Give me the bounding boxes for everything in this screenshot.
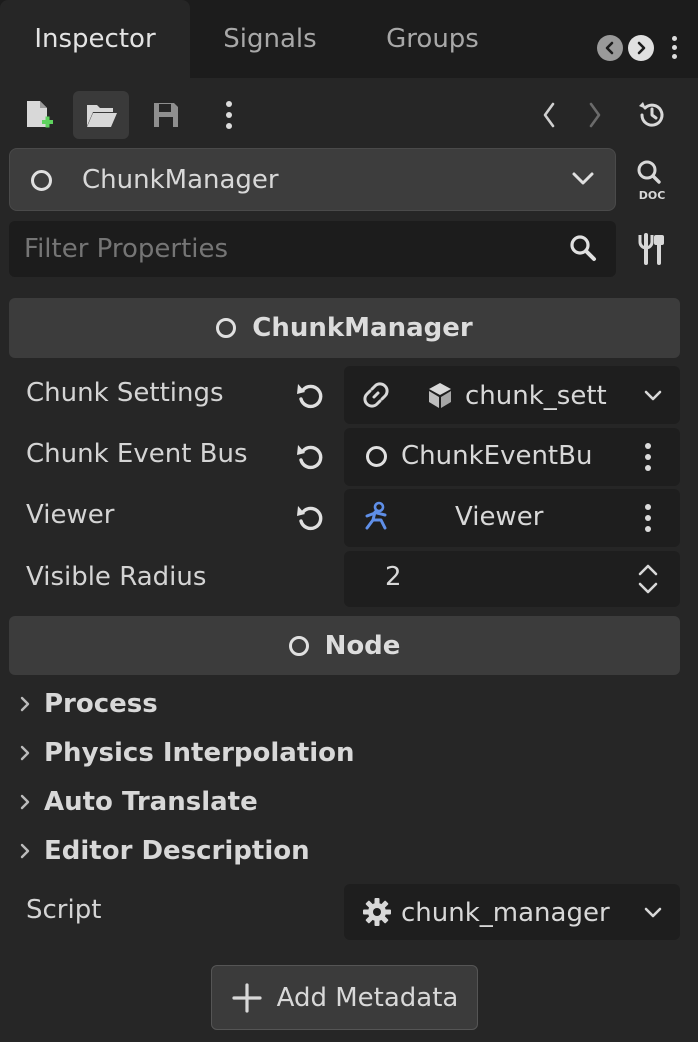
- node-icon: [216, 318, 237, 338]
- section-label: Auto Translate: [44, 787, 258, 817]
- tab-inspector[interactable]: Inspector: [0, 0, 190, 78]
- tab-scroll-right-button[interactable]: [628, 35, 654, 61]
- history-forward-icon: [589, 102, 601, 128]
- history-back-icon: [543, 102, 555, 128]
- spin-updown-icon[interactable]: [636, 562, 660, 596]
- section-label: Editor Description: [44, 836, 310, 866]
- section-editor-description[interactable]: Editor Description: [18, 831, 310, 871]
- tools-icon: [638, 233, 664, 265]
- add-metadata-label: Add Metadata: [276, 982, 459, 1013]
- character-body-icon: [365, 501, 387, 530]
- chevron-right-icon: [20, 843, 30, 859]
- new-resource-icon: [27, 101, 53, 128]
- search-icon: [570, 235, 596, 261]
- section-auto-translate[interactable]: Auto Translate: [18, 782, 258, 822]
- viewer-menu-button[interactable]: [634, 499, 662, 537]
- help-doc-icon: DOC: [637, 160, 666, 201]
- chevron-left-icon: [605, 41, 614, 55]
- add-metadata-button[interactable]: Add Metadata: [211, 965, 478, 1030]
- open-folder-icon: [87, 105, 117, 127]
- class-header-label: ChunkManager: [252, 313, 473, 343]
- save-icon: [154, 103, 178, 127]
- object-selector-value: ChunkManager: [82, 165, 279, 195]
- node-icon: [366, 446, 387, 467]
- script-value: chunk_manager: [401, 898, 610, 928]
- chunk-event-bus-value: ChunkEventBu: [401, 441, 593, 471]
- link-icon: [363, 382, 389, 408]
- property-label-script: Script: [26, 895, 102, 925]
- new-resource-button[interactable]: [12, 91, 64, 139]
- tab-signals[interactable]: Signals: [190, 0, 350, 78]
- node-icon: [288, 635, 309, 656]
- history-forward-button[interactable]: [578, 96, 612, 134]
- reload-icon: [297, 506, 323, 531]
- reload-icon: [297, 445, 323, 470]
- property-label-chunk-event-bus: Chunk Event Bus: [26, 439, 248, 469]
- section-physics-interpolation[interactable]: Physics Interpolation: [18, 733, 355, 773]
- inspector-tools-button[interactable]: [630, 224, 674, 274]
- reload-icon: [297, 384, 323, 409]
- plus-icon: [232, 982, 262, 1013]
- svg-text:DOC: DOC: [639, 189, 666, 201]
- filter-properties-input[interactable]: [24, 226, 544, 272]
- section-label: Physics Interpolation: [44, 738, 355, 768]
- property-label-viewer: Viewer: [26, 500, 115, 530]
- chunk-event-bus-menu-button[interactable]: [634, 438, 662, 476]
- history-back-button[interactable]: [532, 96, 566, 134]
- revert-chunk-event-bus-button[interactable]: [290, 437, 330, 477]
- chevron-down-icon[interactable]: [643, 388, 663, 404]
- open-resource-button[interactable]: [73, 91, 129, 139]
- revert-viewer-button[interactable]: [290, 498, 330, 538]
- section-process[interactable]: Process: [18, 684, 158, 724]
- open-documentation-button[interactable]: DOC: [628, 154, 676, 206]
- node-class-header: Node: [9, 616, 680, 675]
- visible-radius-value: 2: [385, 562, 402, 592]
- recent-history-icon: [639, 102, 664, 127]
- chevron-right-icon: [637, 41, 646, 55]
- chunkmanager-class-header: ChunkManager: [9, 298, 680, 358]
- node-header-label: Node: [324, 630, 401, 661]
- section-label: Process: [44, 689, 158, 719]
- node-icon: [31, 170, 52, 191]
- gear-icon: [363, 898, 391, 926]
- chevron-down-icon: [572, 172, 594, 185]
- chevron-right-icon: [20, 745, 30, 761]
- chevron-right-icon: [20, 696, 30, 712]
- chevron-right-icon: [20, 794, 30, 810]
- save-resource-button[interactable]: [140, 91, 192, 139]
- property-label-visible-radius: Visible Radius: [26, 562, 207, 592]
- resource-cube-icon: [429, 383, 451, 408]
- revert-chunk-settings-button[interactable]: [290, 376, 330, 416]
- property-label-chunk-settings: Chunk Settings: [26, 378, 224, 408]
- dock-menu-button[interactable]: [666, 30, 682, 64]
- viewer-value: Viewer: [455, 502, 544, 532]
- tab-groups[interactable]: Groups: [350, 0, 515, 78]
- chunk-settings-value: chunk_sett: [465, 381, 607, 411]
- tab-scroll-left-button[interactable]: [597, 35, 623, 61]
- chevron-down-icon[interactable]: [643, 905, 663, 921]
- more-options-button[interactable]: [214, 96, 244, 134]
- recent-history-button[interactable]: [632, 96, 672, 134]
